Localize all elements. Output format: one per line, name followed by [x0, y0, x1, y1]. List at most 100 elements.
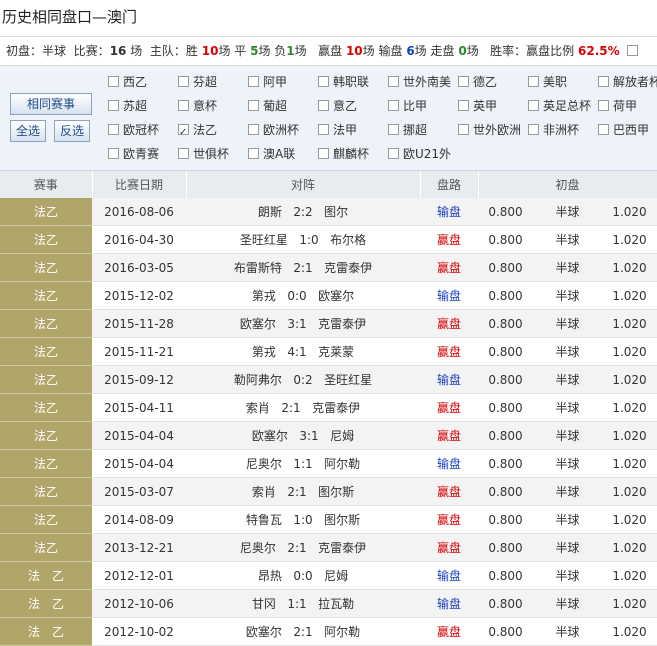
league-option[interactable]: 世俱杯 [178, 142, 229, 166]
league-option[interactable]: 葡超 [248, 94, 287, 118]
league-option[interactable]: 荷甲 [598, 94, 637, 118]
match-cell[interactable]: 勒阿弗尔 0:2 圣旺红星 [186, 365, 420, 394]
league-option[interactable]: 英足总杯 [528, 94, 591, 118]
match-cell[interactable]: 欧塞尔 2:1 阿尔勒 [186, 617, 420, 646]
league-option[interactable]: 意乙 [318, 94, 357, 118]
league-cell[interactable]: 法乙 [0, 533, 92, 562]
league-cell[interactable]: 法乙 [0, 281, 92, 310]
league-cell[interactable]: 法乙 [0, 393, 92, 422]
same-match-button[interactable]: 相同赛事 [10, 93, 92, 115]
handicap-cell: 半球 [533, 561, 602, 590]
league-cell[interactable]: 法 乙 [0, 589, 92, 618]
match-cell[interactable]: 第戎 0:0 欧塞尔 [186, 281, 420, 310]
league-checkbox[interactable] [178, 121, 189, 145]
match-cell[interactable]: 布雷斯特 2:1 克雷泰伊 [186, 253, 420, 282]
league-option[interactable]: 韩职联 [318, 70, 369, 94]
league-label: 西乙 [123, 75, 148, 89]
summary-checkbox[interactable] [627, 45, 639, 56]
select-all-button[interactable]: 全选 [10, 120, 46, 142]
league-checkbox[interactable] [598, 124, 609, 135]
league-cell[interactable]: 法 乙 [0, 617, 92, 646]
league-checkbox[interactable] [248, 76, 259, 87]
match-cell[interactable]: 昂热 0:0 尼姆 [186, 561, 420, 590]
league-checkbox[interactable] [178, 76, 189, 87]
league-checkbox[interactable] [318, 76, 329, 87]
league-cell[interactable]: 法乙 [0, 365, 92, 394]
league-checkbox[interactable] [108, 76, 119, 87]
league-checkbox[interactable] [598, 76, 609, 87]
league-option[interactable]: 意杯 [178, 94, 217, 118]
league-cell[interactable]: 法乙 [0, 309, 92, 338]
match-cell[interactable]: 尼奥尔 2:1 克雷泰伊 [186, 533, 420, 562]
away-odds-cell: 1.020 [602, 421, 657, 450]
league-checkbox[interactable] [458, 76, 469, 87]
league-checkbox[interactable] [388, 100, 399, 111]
league-option[interactable]: 苏超 [108, 94, 147, 118]
league-checkbox[interactable] [388, 76, 399, 87]
match-cell[interactable]: 欧塞尔 3:1 克雷泰伊 [186, 309, 420, 338]
league-checkbox[interactable] [528, 100, 539, 111]
match-cell[interactable]: 第戎 4:1 克莱蒙 [186, 337, 420, 366]
league-checkbox[interactable] [598, 100, 609, 111]
league-checkbox[interactable] [388, 148, 399, 159]
match-cell[interactable]: 特鲁瓦 1:0 图尔斯 [186, 505, 420, 534]
league-option[interactable]: 欧U21外 [388, 142, 451, 166]
league-cell[interactable]: 法乙 [0, 449, 92, 478]
league-option[interactable]: 欧洲杯 [248, 118, 299, 142]
match-cell[interactable]: 尼奥尔 1:1 阿尔勒 [186, 449, 420, 478]
match-cell[interactable]: 甘冈 1:1 拉瓦勒 [186, 589, 420, 618]
league-option[interactable]: 美职 [528, 70, 567, 94]
league-checkbox[interactable] [248, 148, 259, 159]
league-option[interactable]: 欧青赛 [108, 142, 159, 166]
league-checkbox[interactable] [108, 124, 119, 135]
league-option[interactable]: 麒麟杯 [318, 142, 369, 166]
league-option[interactable]: 芬超 [178, 70, 217, 94]
league-checkbox[interactable] [318, 100, 329, 111]
league-checkbox[interactable] [178, 148, 189, 159]
league-checkbox[interactable] [388, 124, 399, 135]
league-cell[interactable]: 法乙 [0, 225, 92, 254]
league-option[interactable]: 非洲杯 [528, 118, 579, 142]
league-checkbox[interactable] [108, 148, 119, 159]
match-cell[interactable]: 索肖 2:1 图尔斯 [186, 477, 420, 506]
invert-selection-button[interactable]: 反选 [54, 120, 90, 142]
league-option[interactable]: 巴西甲 [598, 118, 649, 142]
match-cell[interactable]: 欧塞尔 3:1 尼姆 [186, 421, 420, 450]
sheng-count: 10 [201, 44, 219, 58]
league-option[interactable]: 法甲 [318, 118, 357, 142]
league-option[interactable]: 世外欧洲 [458, 118, 521, 142]
match-cell[interactable]: 圣旺红星 1:0 布尔格 [186, 225, 420, 254]
league-option[interactable]: 世外南美 [388, 70, 451, 94]
league-checkbox[interactable] [528, 76, 539, 87]
league-label: 欧洲杯 [263, 123, 300, 137]
league-option[interactable]: 比甲 [388, 94, 427, 118]
league-checkbox[interactable] [248, 124, 259, 135]
league-cell[interactable]: 法乙 [0, 421, 92, 450]
league-checkbox[interactable] [458, 100, 469, 111]
league-option[interactable]: 挪超 [388, 118, 427, 142]
league-option[interactable]: 西乙 [108, 70, 147, 94]
league-option[interactable]: 英甲 [458, 94, 497, 118]
league-checkbox[interactable] [248, 100, 259, 111]
away-odds-cell: 1.020 [602, 365, 657, 394]
league-option[interactable]: 欧冠杯 [108, 118, 159, 142]
match-cell[interactable]: 朗斯 2:2 图尔 [186, 198, 420, 226]
league-checkbox[interactable] [528, 124, 539, 135]
league-option[interactable]: 解放者杯 [598, 70, 657, 94]
league-option[interactable]: 澳A联 [248, 142, 295, 166]
league-checkbox[interactable] [318, 124, 329, 135]
league-checkbox[interactable] [108, 100, 119, 111]
match-cell[interactable]: 索肖 2:1 克雷泰伊 [186, 393, 420, 422]
league-cell[interactable]: 法 乙 [0, 561, 92, 590]
league-cell[interactable]: 法乙 [0, 198, 92, 226]
league-option[interactable]: 法乙 [178, 118, 217, 145]
league-cell[interactable]: 法乙 [0, 253, 92, 282]
league-checkbox[interactable] [318, 148, 329, 159]
league-checkbox[interactable] [458, 124, 469, 135]
league-cell[interactable]: 法乙 [0, 477, 92, 506]
league-option[interactable]: 德乙 [458, 70, 497, 94]
league-cell[interactable]: 法乙 [0, 505, 92, 534]
league-cell[interactable]: 法乙 [0, 337, 92, 366]
league-option[interactable]: 阿甲 [248, 70, 287, 94]
league-checkbox[interactable] [178, 100, 189, 111]
